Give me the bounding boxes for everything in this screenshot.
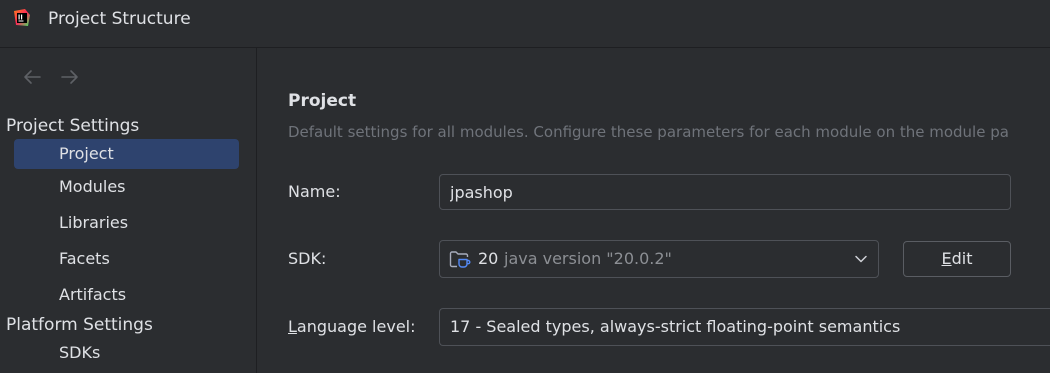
sdk-label: SDK: <box>288 249 327 268</box>
sidebar-item-label: SDKs <box>59 343 101 362</box>
language-level-mnemonic: L <box>288 317 297 336</box>
title-bar: Project Structure <box>0 0 1050 48</box>
name-input[interactable] <box>439 174 1011 210</box>
arrow-left-icon[interactable] <box>20 65 44 89</box>
name-label: Name: <box>288 182 341 201</box>
edit-sdk-button[interactable]: Edit <box>903 241 1011 277</box>
language-level-value: 17 - Sealed types, always-strict floatin… <box>450 317 901 336</box>
edit-button-mnemonic: E <box>941 249 952 268</box>
sidebar-item-label: Project <box>59 144 114 163</box>
sidebar: Project Settings Project Modules Librari… <box>0 48 257 373</box>
project-structure-window: Project Structure Project Settings Proje… <box>0 0 1050 373</box>
sidebar-item-facets[interactable]: Facets <box>14 244 239 274</box>
sidebar-item-label: Facets <box>59 249 110 268</box>
language-level-label-text: anguage level: <box>296 317 416 336</box>
sidebar-item-libraries[interactable]: Libraries <box>14 208 239 238</box>
sidebar-item-label: Libraries <box>59 213 129 232</box>
intellij-idea-icon <box>14 9 30 26</box>
main-panel: Project Default settings for all modules… <box>258 48 1050 373</box>
section-header-platform-settings: Platform Settings <box>6 315 153 335</box>
edit-button-label: dit <box>951 249 973 268</box>
sidebar-item-label: Modules <box>59 177 126 196</box>
sdk-version: 20 <box>478 249 499 268</box>
sdk-detail: java version "20.0.2" <box>504 249 672 268</box>
language-level-dropdown[interactable]: 17 - Sealed types, always-strict floatin… <box>439 308 1050 346</box>
sdk-dropdown[interactable]: 20 java version "20.0.2" <box>439 240 879 278</box>
window-title: Project Structure <box>48 9 191 29</box>
page-description: Default settings for all modules. Config… <box>288 123 1009 141</box>
language-level-label: Language level: <box>288 316 416 338</box>
chevron-down-icon <box>855 255 867 263</box>
sidebar-item-artifacts[interactable]: Artifacts <box>14 280 239 310</box>
folder-java-icon <box>449 251 471 268</box>
sidebar-item-modules[interactable]: Modules <box>14 172 239 202</box>
sidebar-item-project[interactable]: Project <box>14 139 239 169</box>
arrow-right-icon[interactable] <box>58 65 82 89</box>
sidebar-item-sdks[interactable]: SDKs <box>14 338 239 368</box>
section-header-project-settings: Project Settings <box>6 116 140 136</box>
sidebar-item-label: Artifacts <box>59 285 127 304</box>
page-title: Project <box>288 91 357 111</box>
